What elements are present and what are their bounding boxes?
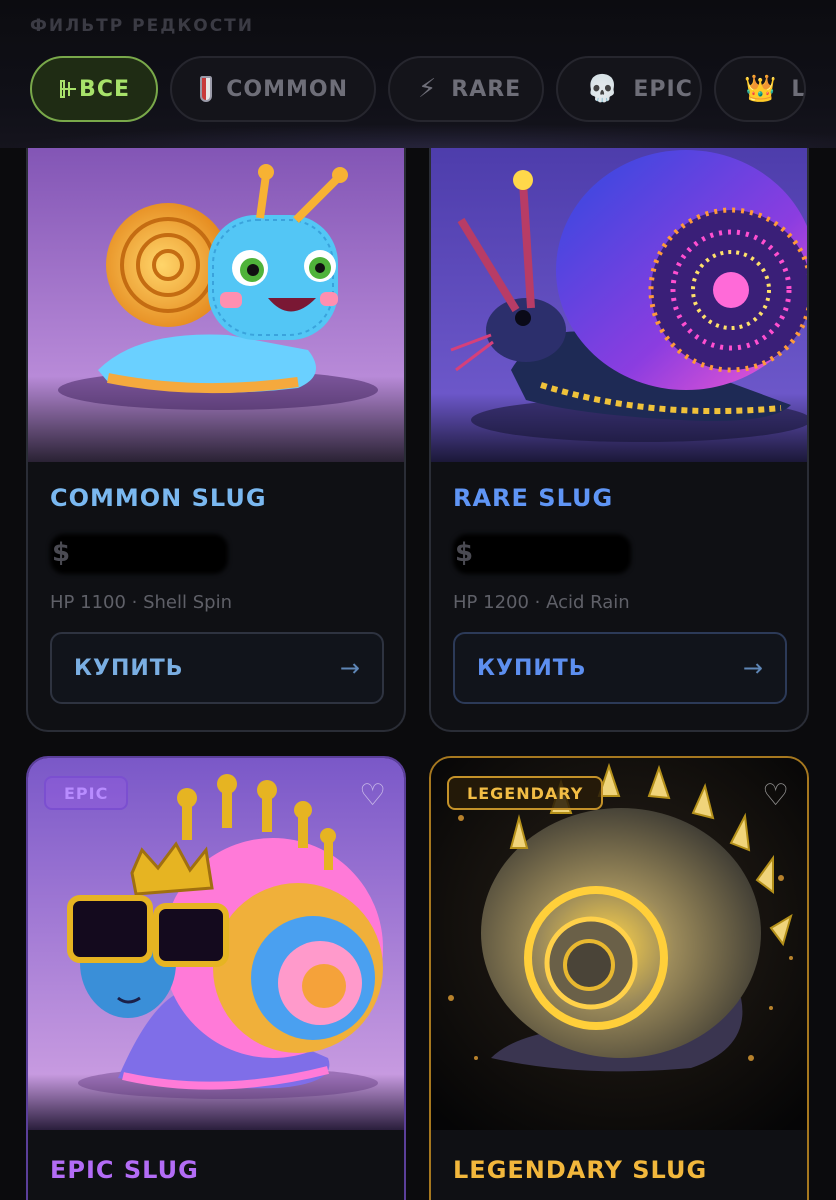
crown-icon: 👑 [744, 74, 778, 104]
price-currency: $ [455, 538, 474, 568]
rarity-filter: ФИЛЬТР РЕДКОСТИ ВСЕ COMMON ⚡ RARE 💀 EPIC… [0, 0, 836, 148]
card-stats: HP 1200 · Acid Rain [453, 592, 630, 613]
buy-button-label: КУПИТЬ [477, 655, 587, 681]
card-title: COMMON SLUG [50, 484, 267, 512]
filter-chip-common[interactable]: COMMON [170, 56, 376, 122]
card-title: EPIC SLUG [50, 1156, 199, 1184]
shield-icon [200, 76, 213, 102]
buy-button[interactable]: КУПИТЬ → [453, 632, 787, 704]
rarity-badge: EPIC [44, 776, 129, 810]
filter-chip-legendary[interactable]: 👑 LE [714, 56, 806, 122]
heart-icon[interactable]: ♡ [359, 778, 386, 813]
grid-icon [60, 80, 77, 98]
product-card-legendary[interactable]: LEGENDARY ♡ LEGENDARY SLUG [429, 756, 809, 1200]
filter-chip-label: EPIC [633, 76, 693, 102]
filter-chip-epic[interactable]: 💀 EPIC [556, 56, 702, 122]
rarity-badge: LEGENDARY [447, 776, 604, 810]
common-slug-image [28, 120, 404, 462]
filter-chip-rare[interactable]: ⚡ RARE [388, 56, 544, 122]
filter-title: ФИЛЬТР РЕДКОСТИ [30, 16, 254, 36]
filter-chip-label: COMMON [226, 76, 348, 102]
product-card-rare[interactable]: RARE SLUG $ HP 1200 · Acid Rain КУПИТЬ → [429, 118, 809, 732]
buy-button-label: КУПИТЬ [74, 655, 184, 681]
skull-icon: 💀 [586, 74, 620, 104]
price-redacted [453, 534, 631, 574]
product-card-epic[interactable]: EPIC ♡ EPIC SLUG [26, 756, 406, 1200]
card-title: RARE SLUG [453, 484, 614, 512]
filter-chip-label: RARE [451, 76, 522, 102]
legendary-slug-image: LEGENDARY ♡ [431, 758, 807, 1130]
rare-slug-image [431, 120, 807, 462]
product-card-common[interactable]: COMMON SLUG $ HP 1100 · Shell Spin КУПИТ… [26, 118, 406, 732]
filter-chip-label: ВСЕ [79, 76, 130, 102]
lightning-icon: ⚡ [418, 74, 438, 104]
filter-chip-all[interactable]: ВСЕ [30, 56, 158, 122]
buy-button[interactable]: КУПИТЬ → [50, 632, 384, 704]
filter-chip-label: LE [791, 76, 806, 102]
heart-icon[interactable]: ♡ [762, 778, 789, 813]
card-stats: HP 1100 · Shell Spin [50, 592, 232, 613]
arrow-right-icon: → [742, 654, 763, 682]
epic-slug-image: EPIC ♡ [28, 758, 404, 1130]
filter-chips: ВСЕ COMMON ⚡ RARE 💀 EPIC 👑 LE [30, 56, 806, 122]
price-redacted [50, 534, 228, 574]
arrow-right-icon: → [339, 654, 360, 682]
price-currency: $ [52, 538, 71, 568]
card-title: LEGENDARY SLUG [453, 1156, 708, 1184]
